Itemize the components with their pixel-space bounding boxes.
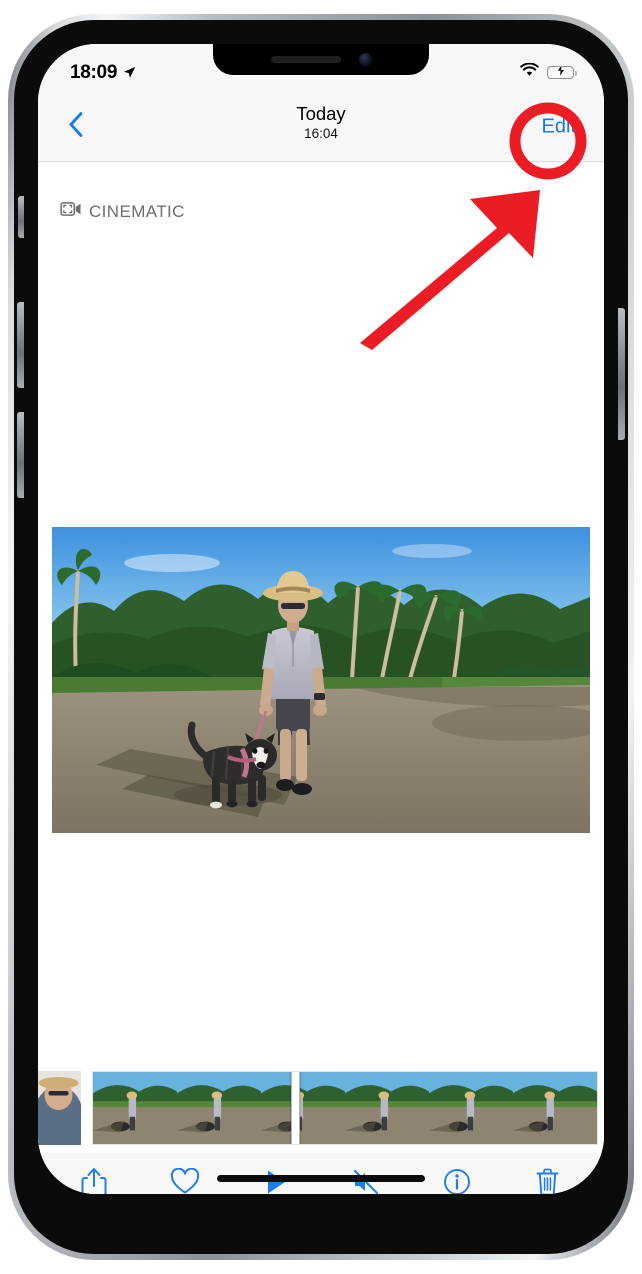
share-icon [81, 1167, 107, 1194]
screenshot-stage: 18:09 Today 16:04 Edit CINEMATIC [0, 0, 642, 1274]
chevron-left-icon [68, 111, 83, 141]
navigation-title-block: Today 16:04 [38, 103, 604, 143]
filmstrip-frame[interactable] [177, 1072, 261, 1144]
phone-frame: 18:09 Today 16:04 Edit CINEMATIC [8, 14, 634, 1260]
heart-icon [170, 1167, 200, 1194]
info-button[interactable] [431, 1161, 483, 1194]
previous-thumbnail-image [38, 1071, 81, 1145]
filmstrip-frame[interactable] [261, 1072, 345, 1144]
trash-icon [535, 1168, 560, 1194]
navigation-bar: Today 16:04 Edit [38, 92, 604, 162]
phone-screen: 18:09 Today 16:04 Edit CINEMATIC [38, 44, 604, 1194]
media-preview[interactable] [52, 527, 590, 833]
photo-viewer: CINEMATIC [38, 163, 604, 1194]
volume-down-button[interactable] [17, 412, 24, 498]
wifi-icon [520, 62, 539, 82]
video-scrubber[interactable] [92, 1071, 598, 1145]
back-button[interactable] [58, 103, 93, 150]
cinematic-badge-label: CINEMATIC [89, 201, 185, 221]
edit-button[interactable]: Edit [540, 111, 578, 142]
filmstrip-frame[interactable] [429, 1072, 513, 1144]
info-circle-icon [443, 1168, 471, 1194]
front-camera-icon [358, 52, 372, 66]
previous-thumbnail[interactable] [38, 1071, 84, 1145]
filmstrip-row [38, 1071, 604, 1145]
display-notch [213, 44, 429, 75]
filmstrip-frame[interactable] [93, 1072, 177, 1144]
status-bar-time: 18:09 [70, 62, 118, 83]
location-arrow-icon [123, 57, 136, 79]
filmstrip-frame[interactable] [513, 1072, 597, 1144]
share-button[interactable] [68, 1161, 120, 1194]
scrubber-playhead[interactable] [290, 1072, 300, 1144]
side-power-button[interactable] [618, 308, 625, 440]
filmstrip-frame[interactable] [345, 1072, 429, 1144]
page-title: Today [296, 103, 346, 124]
favorite-button[interactable] [159, 1161, 211, 1194]
delete-button[interactable] [522, 1161, 574, 1194]
phone-bezel: 18:09 Today 16:04 Edit CINEMATIC [14, 20, 628, 1254]
earpiece-speaker-icon [270, 55, 341, 63]
battery-charging-icon [547, 62, 577, 79]
ring-silent-switch[interactable] [18, 196, 24, 238]
home-indicator[interactable] [217, 1175, 425, 1182]
cinematic-badge: CINEMATIC [60, 201, 185, 222]
media-preview-image [52, 527, 590, 833]
cinematic-video-icon [60, 201, 82, 222]
bottom-toolbar [38, 1153, 604, 1194]
volume-up-button[interactable] [17, 302, 24, 388]
page-subtitle: 16:04 [304, 126, 338, 141]
